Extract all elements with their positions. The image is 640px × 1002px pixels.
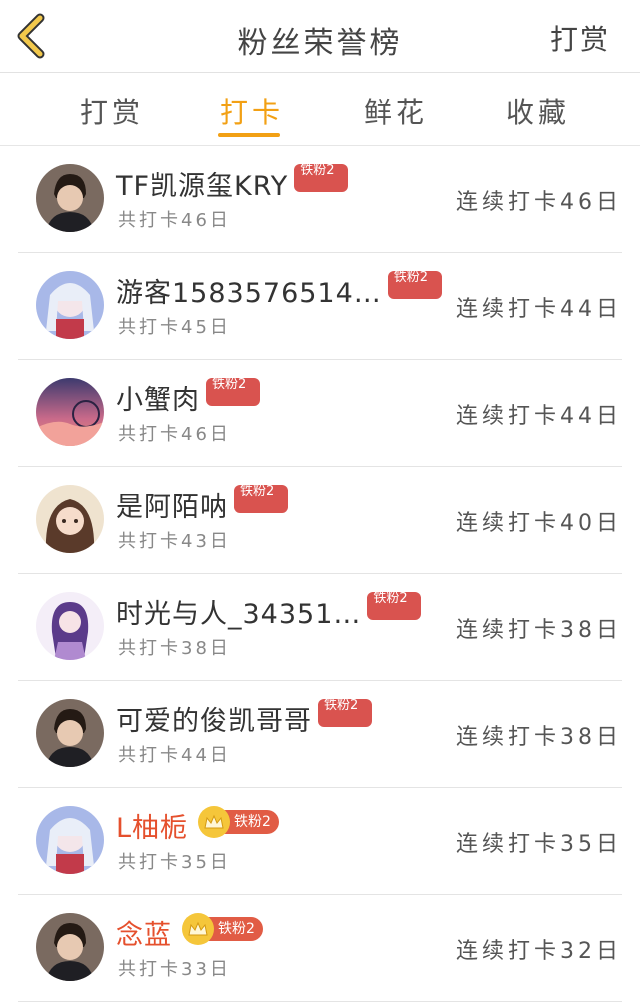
tab-checkin[interactable]: 打卡 bbox=[220, 91, 284, 131]
avatar-purple-girl[interactable] bbox=[36, 592, 104, 660]
avatar-photo-boy[interactable] bbox=[36, 699, 104, 767]
fan-name: 念蓝 bbox=[116, 919, 172, 951]
fan-row[interactable]: 念蓝 铁粉2 共打卡33日 连续打卡32日 bbox=[18, 895, 622, 1002]
fan-row[interactable]: TF凯源玺KRY 铁粉2 共打卡46日 连续打卡46日 bbox=[18, 146, 622, 253]
fan-row[interactable]: 时光与人_34351… 铁粉2 共打卡38日 连续打卡38日 bbox=[18, 574, 622, 681]
fan-level-badge: 铁粉2 bbox=[318, 699, 372, 727]
fan-ranking-list: TF凯源玺KRY 铁粉2 共打卡46日 连续打卡46日 游客1583576514… 铁粉2… bbox=[0, 146, 640, 1002]
consecutive-checkin-days: 连续打卡44日 bbox=[456, 297, 622, 322]
page-title: 粉丝荣誉榜 bbox=[237, 26, 403, 61]
crown-icon bbox=[182, 913, 214, 945]
fan-level-badge: 铁粉2 bbox=[387, 271, 442, 299]
tab-reward[interactable]: 打赏 bbox=[80, 91, 144, 131]
tab-bar: 打赏 打卡 鲜花 收藏 bbox=[0, 73, 640, 146]
fan-name-line: 游客1583576514… 铁粉2 bbox=[116, 271, 442, 309]
consecutive-checkin-days: 连续打卡32日 bbox=[456, 939, 622, 964]
consecutive-checkin-days: 连续打卡46日 bbox=[456, 190, 622, 215]
fan-name: 是阿陌呐 bbox=[116, 491, 228, 523]
fan-row[interactable]: L柚栀 铁粉2 共打卡35日 连续打卡35日 bbox=[18, 788, 622, 895]
fan-name-line: 小蟹肉 铁粉2 bbox=[116, 378, 260, 416]
fan-row[interactable]: 是阿陌呐 铁粉2 共打卡43日 连续打卡40日 bbox=[18, 467, 622, 574]
consecutive-checkin-days: 连续打卡38日 bbox=[456, 618, 622, 643]
fan-level-badge: 铁粉2 bbox=[294, 164, 349, 192]
fan-level-badge: 铁粉2 bbox=[234, 485, 288, 513]
total-checkin-days: 共打卡45日 bbox=[118, 317, 231, 338]
fan-name: 可爱的俊凯哥哥 bbox=[116, 705, 312, 737]
fan-name: TF凯源玺KRY bbox=[116, 170, 289, 202]
total-checkin-days: 共打卡38日 bbox=[118, 638, 231, 659]
consecutive-checkin-days: 连续打卡35日 bbox=[456, 832, 622, 857]
avatar-anime-girl[interactable] bbox=[36, 271, 104, 339]
total-checkin-days: 共打卡46日 bbox=[118, 210, 231, 231]
total-checkin-days: 共打卡44日 bbox=[118, 745, 231, 766]
avatar-photo-boy[interactable] bbox=[36, 164, 104, 232]
fan-name-line: 可爱的俊凯哥哥 铁粉2 bbox=[116, 699, 372, 737]
avatar-anime-girl[interactable] bbox=[36, 806, 104, 874]
total-checkin-days: 共打卡33日 bbox=[118, 959, 231, 980]
fan-name-line: 是阿陌呐 铁粉2 bbox=[116, 485, 288, 523]
fan-name-line: 时光与人_34351… 铁粉2 bbox=[116, 592, 422, 630]
total-checkin-days: 共打卡35日 bbox=[118, 852, 231, 873]
fan-row[interactable]: 游客1583576514… 铁粉2 共打卡45日 连续打卡44日 bbox=[18, 253, 622, 360]
consecutive-checkin-days: 连续打卡38日 bbox=[456, 725, 622, 750]
fan-row[interactable]: 可爱的俊凯哥哥 铁粉2 共打卡44日 连续打卡38日 bbox=[18, 681, 622, 788]
fan-name-line: 念蓝 铁粉2 bbox=[116, 913, 263, 951]
fan-row[interactable]: 小蟹肉 铁粉2 共打卡46日 连续打卡44日 bbox=[18, 360, 622, 467]
fan-name-line: TF凯源玺KRY 铁粉2 bbox=[116, 164, 349, 202]
tab-flowers[interactable]: 鲜花 bbox=[364, 91, 428, 131]
fan-level-badge: 铁粉2 bbox=[198, 806, 279, 838]
tab-favorites[interactable]: 收藏 bbox=[506, 91, 570, 131]
active-tab-indicator bbox=[218, 133, 280, 137]
fan-name: L柚栀 bbox=[116, 812, 189, 844]
consecutive-checkin-days: 连续打卡44日 bbox=[456, 404, 622, 429]
fan-level-badge: 铁粉2 bbox=[367, 592, 422, 620]
fan-name: 小蟹肉 bbox=[116, 384, 200, 416]
total-checkin-days: 共打卡46日 bbox=[118, 424, 231, 445]
fan-name: 游客1583576514… bbox=[116, 277, 382, 309]
fan-level-label: 铁粉2 bbox=[222, 810, 279, 834]
crown-icon bbox=[198, 806, 231, 838]
avatar-sunset[interactable] bbox=[36, 378, 104, 446]
fan-level-label: 铁粉2 bbox=[206, 917, 263, 941]
fan-level-badge: 铁粉2 bbox=[206, 378, 260, 406]
consecutive-checkin-days: 连续打卡40日 bbox=[456, 511, 622, 536]
avatar-photo-boy[interactable] bbox=[36, 913, 104, 981]
fan-name: 时光与人_34351… bbox=[116, 598, 362, 630]
top-bar: 粉丝荣誉榜 打赏 bbox=[0, 0, 640, 73]
total-checkin-days: 共打卡43日 bbox=[118, 531, 231, 552]
fan-level-badge: 铁粉2 bbox=[182, 913, 263, 945]
avatar-illustration[interactable] bbox=[36, 485, 104, 553]
fan-name-line: L柚栀 铁粉2 bbox=[116, 806, 279, 844]
reward-button[interactable]: 打赏 bbox=[550, 18, 610, 58]
